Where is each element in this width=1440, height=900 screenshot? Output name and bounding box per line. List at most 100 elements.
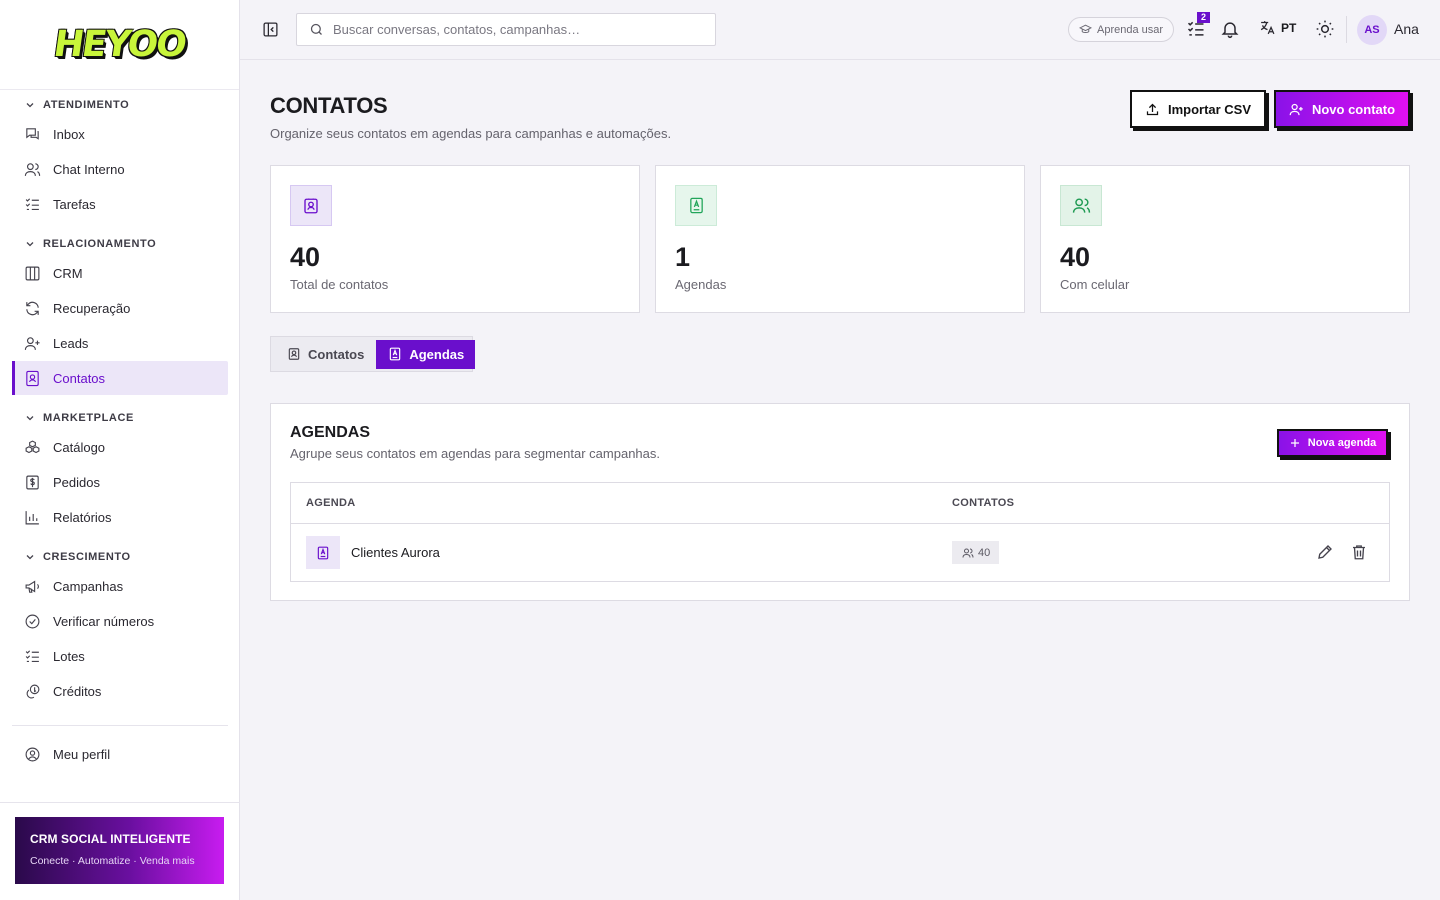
stat-icon-box	[675, 185, 717, 226]
chevron-down-icon	[26, 242, 34, 247]
agenda-name[interactable]: Clientes Aurora	[351, 545, 440, 560]
topbar: Aprenda usar 2 PT AS Ana	[240, 0, 1440, 60]
language-selector[interactable]: PT	[1259, 19, 1296, 36]
avatar[interactable]: AS	[1357, 15, 1387, 45]
users-icon	[24, 162, 41, 176]
sidebar-item-label: Lotes	[53, 648, 85, 664]
sidebar-item-relatorios[interactable]: Relatórios	[12, 500, 228, 534]
sidebar-item-contatos[interactable]: Contatos	[12, 361, 228, 395]
sidebar-item-inbox[interactable]: Inbox	[12, 117, 228, 151]
dollar-receipt-icon	[26, 475, 39, 489]
check-circle-icon	[25, 614, 40, 628]
tasks-badge: 2	[1197, 12, 1211, 23]
tab-label: Contatos	[308, 346, 365, 362]
graduation-cap-icon	[1079, 24, 1092, 33]
address-book-icon	[317, 546, 329, 559]
section-crescimento[interactable]: CRESCIMENTO	[0, 546, 240, 568]
tab-contatos[interactable]: Contatos	[274, 340, 376, 369]
users-icon	[1072, 198, 1090, 213]
stat-label: Total de contatos	[290, 277, 389, 292]
search-bar[interactable]	[296, 13, 716, 46]
table-row[interactable]: Clientes Aurora 40	[291, 524, 1389, 581]
sidebar-item-campanhas[interactable]: Campanhas	[12, 569, 228, 603]
user-circle-icon	[25, 747, 40, 761]
contact-card-icon	[288, 348, 300, 360]
stat-label: Com celular	[1060, 277, 1130, 292]
language-code: PT	[1281, 20, 1297, 35]
sidebar-item-label: Meu perfil	[53, 746, 111, 762]
sidebar-item-recuperacao[interactable]: Recuperação	[12, 291, 228, 325]
search-input[interactable]	[333, 22, 693, 37]
sidebar-item-catalogo[interactable]: Catálogo	[12, 430, 228, 464]
button-label: Novo contato	[1311, 101, 1396, 117]
sidebar-item-label: Recuperação	[53, 300, 131, 316]
table-header: AGENDA CONTATOS	[291, 483, 1389, 524]
panel-title: AGENDAS	[290, 424, 371, 441]
user-name[interactable]: Ana	[1394, 21, 1419, 37]
bell-icon[interactable]	[1220, 19, 1240, 39]
promo-banner[interactable]: CRM SOCIAL INTELIGENTE Conecte · Automat…	[15, 817, 224, 884]
translate-icon	[1260, 21, 1275, 35]
stat-icon-box	[1060, 185, 1102, 226]
sidebar-item-leads[interactable]: Leads	[12, 326, 228, 360]
agendas-table: AGENDA CONTATOS Clientes Aurora 40	[290, 482, 1390, 582]
contact-count-badge: 40	[952, 541, 1000, 564]
sidebar-item-label: Inbox	[53, 126, 85, 142]
sidebar-item-label: CRM	[53, 265, 83, 281]
promo-subtitle: Conecte · Automatize · Venda mais	[30, 855, 195, 867]
columns-icon	[25, 266, 40, 280]
trash-icon[interactable]	[1350, 543, 1368, 561]
sidebar: HEYOO ATENDIMENTO Inbox Chat Interno Tar…	[0, 0, 240, 900]
sidebar-item-lotes[interactable]: Lotes	[12, 639, 228, 673]
upload-icon	[1146, 103, 1159, 115]
section-relacionamento[interactable]: RELACIONAMENTO	[0, 233, 240, 255]
import-csv-button[interactable]: Importar CSV	[1130, 90, 1266, 128]
agenda-icon-box	[306, 536, 340, 569]
contact-count: 40	[978, 546, 991, 559]
sidebar-item-label: Campanhas	[53, 578, 124, 594]
sidebar-item-label: Contatos	[53, 370, 106, 386]
sidebar-collapse-icon[interactable]	[262, 21, 279, 38]
sidebar-item-creditos[interactable]: Créditos	[12, 674, 228, 708]
sidebar-item-label: Relatórios	[53, 509, 112, 525]
view-tabs: Contatos Agendas	[270, 336, 476, 372]
page-subtitle: Organize seus contatos em agendas para c…	[270, 126, 672, 141]
contact-book-icon	[26, 370, 39, 386]
sidebar-item-meu-perfil[interactable]: Meu perfil	[12, 737, 228, 771]
stat-value: 1	[675, 242, 691, 272]
address-book-icon	[390, 347, 401, 361]
tab-agendas[interactable]: Agendas	[376, 339, 476, 369]
plus-icon	[1290, 439, 1299, 447]
chevron-down-icon	[26, 416, 34, 421]
sidebar-item-label: Tarefas	[53, 196, 96, 212]
logo-text: HEYOO	[51, 24, 188, 65]
section-atendimento[interactable]: ATENDIMENTO	[0, 94, 240, 116]
chat-icon	[26, 127, 39, 140]
sidebar-item-pedidos[interactable]: Pedidos	[12, 465, 228, 499]
panel-subtitle: Agrupe seus contatos em agendas para seg…	[290, 446, 661, 461]
sidebar-item-label: Créditos	[53, 683, 102, 699]
new-contact-button[interactable]: Novo contato	[1274, 90, 1410, 128]
section-title: CRESCIMENTO	[43, 551, 131, 563]
sidebar-item-tarefas[interactable]: Tarefas	[12, 187, 228, 221]
stat-value: 40	[290, 242, 321, 272]
stat-label: Agendas	[675, 277, 727, 292]
sidebar-item-verificar-numeros[interactable]: Verificar números	[12, 604, 228, 638]
contact-card-icon	[304, 198, 318, 213]
learn-button[interactable]: Aprenda usar	[1068, 17, 1175, 42]
new-agenda-button[interactable]: Nova agenda	[1277, 429, 1388, 457]
logo[interactable]: HEYOO	[0, 0, 239, 90]
sidebar-item-chat-interno[interactable]: Chat Interno	[12, 152, 228, 186]
user-plus-icon	[1289, 103, 1303, 115]
section-marketplace[interactable]: MARKETPLACE	[0, 407, 240, 429]
list-check-icon	[25, 197, 39, 210]
promo-title: CRM SOCIAL INTELIGENTE	[30, 832, 191, 846]
edit-icon[interactable]	[1316, 543, 1334, 561]
users-icon	[962, 548, 974, 558]
sidebar-item-label: Pedidos	[53, 474, 100, 490]
sidebar-item-crm[interactable]: CRM	[12, 256, 228, 290]
sun-icon[interactable]	[1315, 19, 1335, 39]
section-title: RELACIONAMENTO	[43, 238, 157, 250]
stat-card-total-contatos: 40 Total de contatos	[270, 165, 640, 313]
section-title: ATENDIMENTO	[43, 99, 130, 111]
